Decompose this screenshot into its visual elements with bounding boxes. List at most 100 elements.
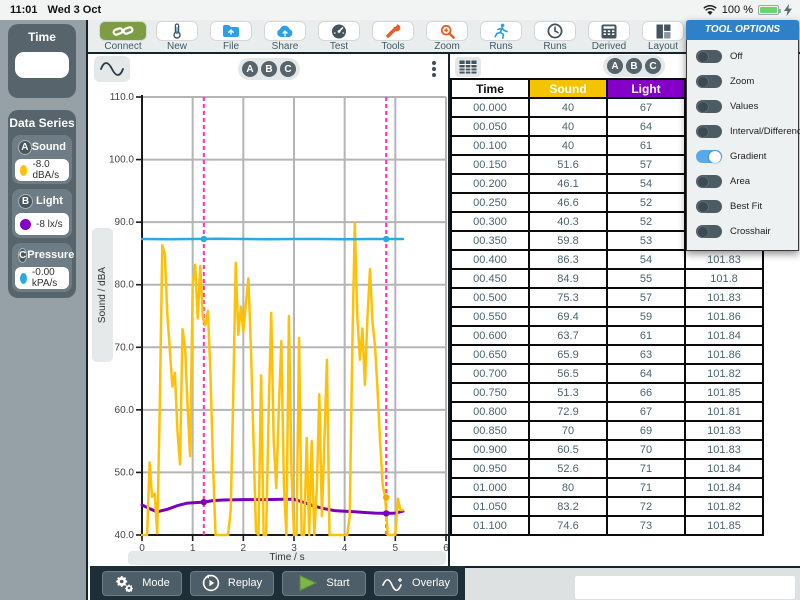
gradient-marker-dot-sound[interactable]: [383, 494, 389, 500]
table-cell[interactable]: 00.500: [451, 288, 529, 307]
toolbar-item-derived[interactable]: Derived: [582, 20, 636, 52]
table-cell[interactable]: 83.2: [529, 497, 607, 516]
graph-series-badges[interactable]: ABC: [238, 58, 300, 80]
series-card-sound[interactable]: A Sound -8.0 dBA/s: [12, 135, 72, 184]
table-cell[interactable]: 01.100: [451, 516, 529, 535]
series-card-light[interactable]: B Light -8 lx/s: [12, 189, 72, 238]
table-cell[interactable]: 70: [529, 421, 607, 440]
table-cell[interactable]: 67: [607, 98, 685, 117]
table-cell[interactable]: 80: [529, 478, 607, 497]
table-cell[interactable]: 101.84: [685, 326, 763, 345]
table-cell[interactable]: 75.3: [529, 288, 607, 307]
toolbar-item-runs[interactable]: Runs: [474, 20, 528, 52]
toggle-gradient[interactable]: [696, 150, 722, 163]
table-cell[interactable]: 101.83: [685, 440, 763, 459]
table-cell[interactable]: 00.700: [451, 364, 529, 383]
toolbar-item-share[interactable]: Share: [258, 20, 312, 52]
line-chart[interactable]: 40.050.060.070.080.090.0100.0110.0012345…: [90, 84, 448, 566]
table-cell[interactable]: 00.550: [451, 307, 529, 326]
table-cell[interactable]: 101.82: [685, 497, 763, 516]
table-cell[interactable]: 64: [607, 364, 685, 383]
table-cell[interactable]: 00.400: [451, 250, 529, 269]
table-cell[interactable]: 101.83: [685, 288, 763, 307]
table-cell[interactable]: 00.000: [451, 98, 529, 117]
table-cell[interactable]: 40.3: [529, 212, 607, 231]
table-cell[interactable]: 72: [607, 497, 685, 516]
table-cell[interactable]: 69.4: [529, 307, 607, 326]
table-cell[interactable]: 00.900: [451, 440, 529, 459]
table-cell[interactable]: 84.9: [529, 269, 607, 288]
table-cell[interactable]: 00.300: [451, 212, 529, 231]
y-axis-label-tab[interactable]: Sound / dBA: [92, 228, 113, 362]
table-view-button[interactable]: [455, 57, 481, 77]
table-cell[interactable]: 101.86: [685, 345, 763, 364]
start-button[interactable]: Start: [282, 571, 366, 596]
series-card-pressure[interactable]: C Pressure -0.00 kPA/s: [12, 243, 72, 292]
table-cell[interactable]: 46.6: [529, 193, 607, 212]
kebab-menu-icon[interactable]: [428, 58, 440, 80]
table-cell[interactable]: 01.050: [451, 497, 529, 516]
table-cell[interactable]: 101.86: [685, 307, 763, 326]
toolbar-item-layout[interactable]: Layout: [636, 20, 690, 52]
table-cell[interactable]: 101.83: [685, 421, 763, 440]
column-header-light[interactable]: Light: [607, 79, 685, 98]
table-cell[interactable]: 56.5: [529, 364, 607, 383]
toolbar-item-zoom[interactable]: Zoom: [420, 20, 474, 52]
table-cell[interactable]: 74.6: [529, 516, 607, 535]
series-badge-b[interactable]: B: [261, 61, 277, 77]
gradient-marker-dot-pressure[interactable]: [201, 236, 207, 242]
table-cell[interactable]: 52: [607, 212, 685, 231]
gradient-marker-dot-pressure[interactable]: [383, 236, 389, 242]
column-header-time[interactable]: Time: [451, 79, 529, 98]
toggle-crosshair[interactable]: [696, 225, 722, 238]
table-cell[interactable]: 101.85: [685, 383, 763, 402]
mode-button[interactable]: Mode: [102, 571, 182, 596]
toggle-area[interactable]: [696, 175, 722, 188]
series-badge-a[interactable]: A: [242, 61, 258, 77]
toggle-values[interactable]: [696, 100, 722, 113]
series-value-pill[interactable]: -0.00 kPA/s: [15, 267, 69, 289]
table-cell[interactable]: 54: [607, 174, 685, 193]
table-cell[interactable]: 52.6: [529, 459, 607, 478]
graph-type-button[interactable]: [94, 56, 130, 82]
toggle-zoom[interactable]: [696, 75, 722, 88]
toolbar-item-tools[interactable]: Tools: [366, 20, 420, 52]
table-cell[interactable]: 73: [607, 516, 685, 535]
table-cell[interactable]: 101.82: [685, 364, 763, 383]
time-value-field[interactable]: [15, 52, 69, 78]
table-cell[interactable]: 53: [607, 231, 685, 250]
gradient-marker-dot-light[interactable]: [383, 510, 389, 516]
table-cell[interactable]: 51.6: [529, 155, 607, 174]
toggle-best-fit[interactable]: [696, 200, 722, 213]
series-badge-a[interactable]: A: [607, 58, 623, 74]
table-cell[interactable]: 00.600: [451, 326, 529, 345]
series-value-pill[interactable]: -8 lx/s: [15, 213, 69, 235]
toggle-interval-difference[interactable]: [696, 125, 722, 138]
table-cell[interactable]: 69: [607, 421, 685, 440]
table-cell[interactable]: 40: [529, 117, 607, 136]
table-cell[interactable]: 00.350: [451, 231, 529, 250]
table-cell[interactable]: 59.8: [529, 231, 607, 250]
table-cell[interactable]: 00.200: [451, 174, 529, 193]
table-cell[interactable]: 52: [607, 193, 685, 212]
table-cell[interactable]: 101.84: [685, 459, 763, 478]
table-cell[interactable]: 63: [607, 345, 685, 364]
gradient-marker-dot-light[interactable]: [201, 499, 207, 505]
table-cell[interactable]: 71: [607, 478, 685, 497]
table-cell[interactable]: 101.84: [685, 478, 763, 497]
table-cell[interactable]: 01.000: [451, 478, 529, 497]
table-cell[interactable]: 00.850: [451, 421, 529, 440]
table-cell[interactable]: 00.250: [451, 193, 529, 212]
toolbar-item-file[interactable]: File: [204, 20, 258, 52]
table-cell[interactable]: 72.9: [529, 402, 607, 421]
table-cell[interactable]: 71: [607, 459, 685, 478]
table-cell[interactable]: 00.650: [451, 345, 529, 364]
table-cell[interactable]: 00.150: [451, 155, 529, 174]
table-cell[interactable]: 64: [607, 117, 685, 136]
footer-scroll-area[interactable]: [575, 576, 795, 599]
table-cell[interactable]: 00.800: [451, 402, 529, 421]
table-cell[interactable]: 00.100: [451, 136, 529, 155]
table-cell[interactable]: 65.9: [529, 345, 607, 364]
toolbar-item-test[interactable]: Test: [312, 20, 366, 52]
table-cell[interactable]: 63.7: [529, 326, 607, 345]
